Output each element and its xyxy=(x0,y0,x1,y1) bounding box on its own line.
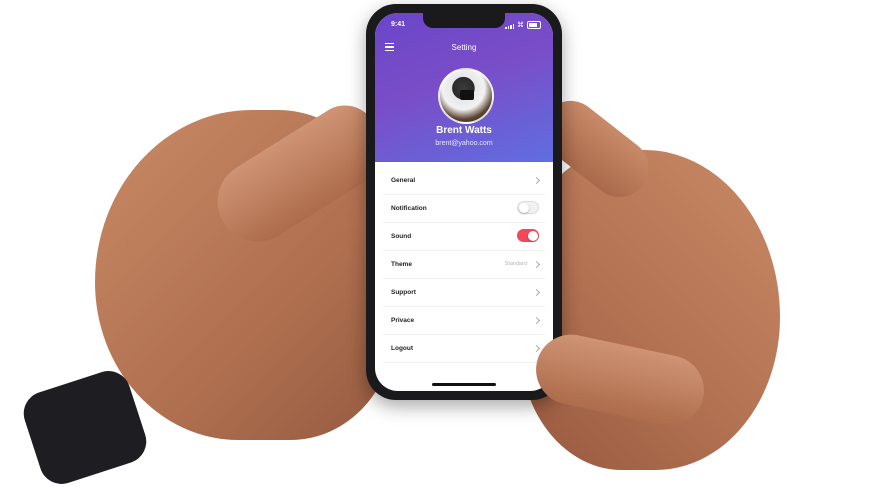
page-title: Setting xyxy=(451,43,477,52)
wifi-icon: ⌘ xyxy=(517,22,524,29)
chevron-right-icon xyxy=(532,260,541,269)
chevron-right-icon xyxy=(532,344,541,353)
settings-item-label: Privace xyxy=(391,317,415,324)
settings-item-sound[interactable]: Sound xyxy=(383,223,545,251)
settings-item-label: Notification xyxy=(391,205,427,212)
settings-item-label: Sound xyxy=(391,233,412,240)
settings-item-label: General xyxy=(391,177,416,184)
settings-item-label: Support xyxy=(391,289,416,296)
status-time: 9:41 xyxy=(391,21,406,28)
settings-item-support[interactable]: Support xyxy=(383,279,545,307)
avatar[interactable] xyxy=(438,68,494,124)
chevron-right-icon xyxy=(532,288,541,297)
profile-header: 9:41 ⌘ Setting Brent Watts brent@yahoo.c… xyxy=(375,13,553,162)
battery-icon xyxy=(527,21,541,29)
user-name: Brent Watts xyxy=(436,125,492,136)
settings-item-label: Logout xyxy=(391,345,414,352)
settings-item-theme[interactable]: Theme Standard xyxy=(383,251,545,279)
settings-item-general[interactable]: General xyxy=(383,167,545,195)
settings-item-privace[interactable]: Privace xyxy=(383,307,545,335)
chevron-right-icon xyxy=(532,176,541,185)
phone-device: 9:41 ⌘ Setting Brent Watts brent@yahoo.c… xyxy=(366,4,562,400)
notification-toggle[interactable] xyxy=(517,201,539,214)
system-icons: ⌘ xyxy=(505,21,541,29)
signal-icon xyxy=(505,24,514,29)
settings-item-label: Theme xyxy=(391,261,412,268)
theme-value: Standard xyxy=(504,261,527,267)
phone-notch xyxy=(423,13,505,28)
chevron-right-icon xyxy=(532,316,541,325)
user-email: brent@yahoo.com xyxy=(435,140,493,147)
sound-toggle[interactable] xyxy=(517,229,539,242)
status-bar: 9:41 ⌘ xyxy=(375,13,553,35)
home-indicator[interactable] xyxy=(432,383,496,386)
settings-list: General Notification Sound Theme Standar… xyxy=(375,162,553,363)
phone-screen: 9:41 ⌘ Setting Brent Watts brent@yahoo.c… xyxy=(375,13,553,391)
settings-item-notification[interactable]: Notification xyxy=(383,195,545,223)
settings-item-logout[interactable]: Logout xyxy=(383,335,545,363)
